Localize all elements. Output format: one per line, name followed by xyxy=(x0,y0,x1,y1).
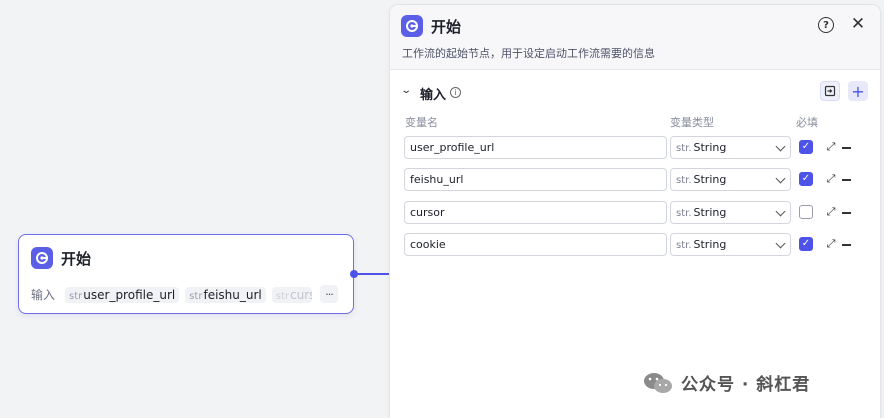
variable-name-input[interactable]: cookie xyxy=(404,233,667,256)
required-checkbox[interactable]: ✓ xyxy=(799,172,813,186)
variable-type-select[interactable]: str. String xyxy=(670,168,791,191)
type-value: String xyxy=(693,206,727,219)
info-icon[interactable]: i xyxy=(450,87,461,98)
panel-header: 开始 工作流的起始节点，用于设定启动工作流需要的信息 ? ✕ xyxy=(390,5,880,70)
expand-icon[interactable]: ⤢ xyxy=(824,172,838,186)
variable-type-select[interactable]: str. String xyxy=(670,233,791,256)
node-config-panel: 开始 工作流的起始节点，用于设定启动工作流需要的信息 ? ✕ ⌄ 输入 i + … xyxy=(390,5,880,418)
expand-icon[interactable]: ⤢ xyxy=(824,140,838,154)
input-chip: strfeishu_url xyxy=(185,286,266,303)
wechat-icon xyxy=(643,372,673,394)
remove-icon[interactable] xyxy=(842,244,851,246)
variable-type-select[interactable]: str. String xyxy=(670,201,791,224)
remove-icon[interactable] xyxy=(842,147,851,149)
variable-type-select[interactable]: str. String xyxy=(670,136,791,159)
chip-name: user_profile_url xyxy=(83,287,176,302)
column-header-required: 必填 xyxy=(796,116,818,129)
variable-row: cookie str. String ✓ ⤢ xyxy=(404,233,874,257)
watermark: 公众号 · 斜杠君 xyxy=(643,370,810,395)
chevron-down-icon xyxy=(775,173,786,184)
type-value: String xyxy=(693,238,727,251)
chip-type: str xyxy=(189,290,203,302)
remove-icon[interactable] xyxy=(842,212,851,214)
connection-edge xyxy=(358,273,391,275)
section-title: 输入 xyxy=(420,88,447,103)
type-prefix: str. xyxy=(676,175,692,186)
panel-title[interactable]: 开始 xyxy=(431,16,461,37)
import-button[interactable] xyxy=(820,81,840,101)
type-prefix: str. xyxy=(676,143,692,154)
variable-row: feishu_url str. String ✓ ⤢ xyxy=(404,168,874,192)
close-icon[interactable]: ✕ xyxy=(848,14,868,34)
chip-name: feishu_url xyxy=(203,287,262,302)
type-value: String xyxy=(693,141,727,154)
input-chip: struser_profile_url xyxy=(65,286,180,303)
chevron-down-icon[interactable]: ⌄ xyxy=(400,85,412,96)
start-node-inputs: 输入 struser_profile_url strfeishu_url str… xyxy=(31,286,312,303)
column-header-type: 变量类型 xyxy=(670,116,714,129)
input-chip: strcurs xyxy=(271,286,312,303)
start-node-icon xyxy=(401,15,423,37)
add-variable-button[interactable]: + xyxy=(848,81,868,101)
expand-icon[interactable]: ⤢ xyxy=(824,205,838,219)
column-header-name: 变量名 xyxy=(405,116,438,129)
chevron-down-icon xyxy=(775,141,786,152)
chevron-down-icon xyxy=(775,238,786,249)
more-inputs-button[interactable]: ··· xyxy=(320,285,338,303)
variable-row: cursor str. String ⤢ xyxy=(404,201,874,225)
type-prefix: str. xyxy=(676,240,692,251)
watermark-text: 公众号 · 斜杠君 xyxy=(681,375,811,395)
chip-name: curs xyxy=(290,287,312,302)
inputs-label: 输入 xyxy=(31,288,56,302)
expand-icon[interactable]: ⤢ xyxy=(824,237,838,251)
type-prefix: str. xyxy=(676,208,692,219)
help-icon[interactable]: ? xyxy=(818,17,834,33)
variable-name-input[interactable]: cursor xyxy=(404,201,667,224)
input-section-header[interactable]: ⌄ 输入 i + xyxy=(400,81,872,107)
start-node-icon xyxy=(31,247,53,269)
required-checkbox[interactable]: ✓ xyxy=(799,140,813,154)
chip-type: str xyxy=(275,290,289,302)
chip-type: str xyxy=(69,290,83,302)
required-checkbox[interactable] xyxy=(799,205,813,219)
import-icon xyxy=(824,85,836,97)
remove-icon[interactable] xyxy=(842,179,851,181)
output-port[interactable] xyxy=(350,270,358,278)
start-node-title: 开始 xyxy=(61,250,92,268)
type-value: String xyxy=(693,173,727,186)
panel-description: 工作流的起始节点，用于设定启动工作流需要的信息 xyxy=(402,47,655,60)
start-node[interactable]: 开始 输入 struser_profile_url strfeishu_url … xyxy=(18,234,354,314)
chevron-down-icon xyxy=(775,206,786,217)
variable-name-input[interactable]: feishu_url xyxy=(404,168,667,191)
required-checkbox[interactable]: ✓ xyxy=(799,237,813,251)
variable-name-input[interactable]: user_profile_url xyxy=(404,136,667,159)
variable-row: user_profile_url str. String ✓ ⤢ xyxy=(404,136,874,160)
